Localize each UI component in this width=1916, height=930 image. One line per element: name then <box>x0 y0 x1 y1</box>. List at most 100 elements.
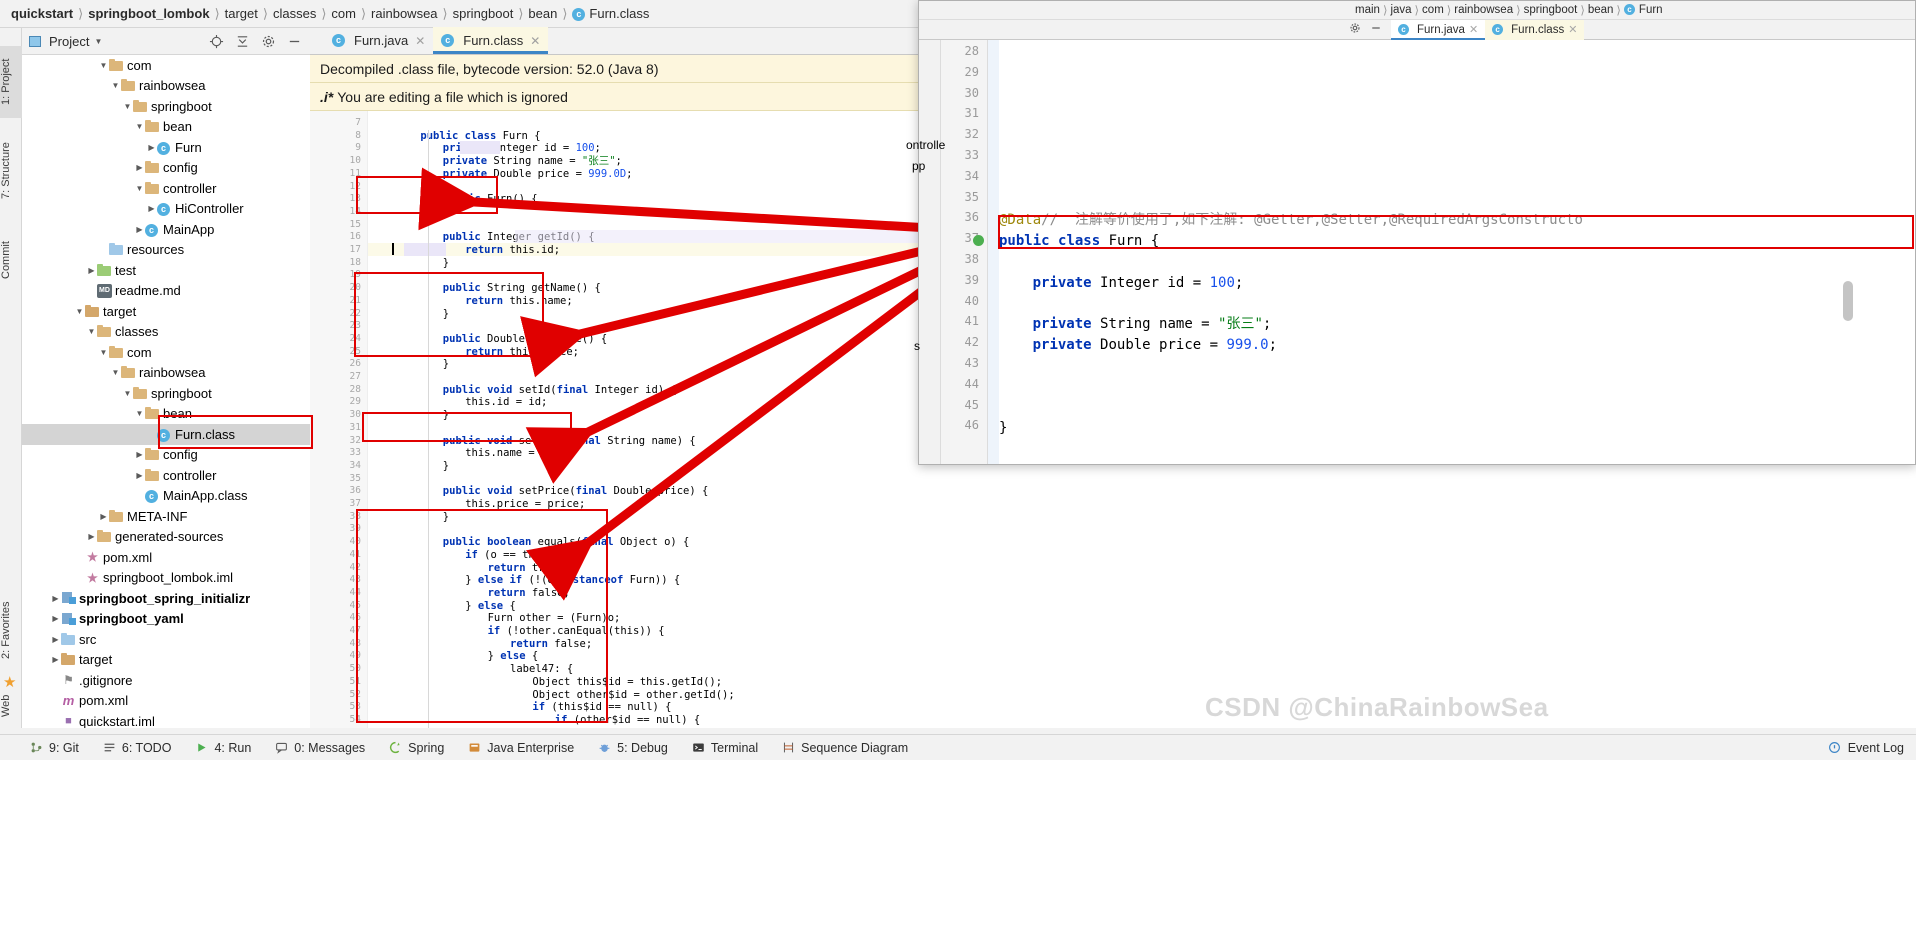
tree-item[interactable]: c MainApp.class <box>22 486 310 507</box>
tree-expander-icon[interactable]: ▼ <box>122 102 133 111</box>
close-icon[interactable]: ✕ <box>415 34 425 48</box>
tree-expander-icon[interactable]: ▼ <box>110 368 121 377</box>
tree-item[interactable]: ▼ com <box>22 342 310 363</box>
floating-editor-source-text[interactable]: @Data// 注解等价使用了,如下注解: @Getter,@Setter,@R… <box>999 40 1915 464</box>
tree-item[interactable]: ▼ target <box>22 301 310 322</box>
status-bar-item[interactable]: Spring <box>377 741 456 755</box>
tree-expander-icon[interactable]: ▼ <box>98 348 109 357</box>
tree-expander-icon[interactable]: ▼ <box>110 81 121 90</box>
chevron-down-icon[interactable]: ▼ <box>94 37 102 46</box>
tree-expander-icon[interactable]: ▶ <box>98 512 109 521</box>
status-bar-item[interactable]: Sequence Diagram <box>770 741 920 755</box>
tree-expander-icon[interactable]: ▶ <box>50 655 61 664</box>
tree-expander-icon[interactable]: ▶ <box>146 204 157 213</box>
tree-expander-icon[interactable]: ▶ <box>134 450 145 459</box>
hide-panel-icon[interactable] <box>287 34 302 49</box>
tree-expander-icon[interactable]: ▶ <box>86 266 97 275</box>
tree-item[interactable]: ▼ springboot <box>22 96 310 117</box>
breadcrumb-item[interactable]: bean <box>525 6 560 21</box>
project-tree[interactable]: ▼ com ▼ rainbowsea ▼ springboot ▼ bean ▶ c Furn ▶ co… <box>22 55 310 728</box>
breadcrumb-item[interactable]: com <box>328 6 359 21</box>
settings-gear-icon[interactable] <box>261 34 276 49</box>
status-bar[interactable]: 9: Git 6: TODO 4: Run 0: Messages Spring Java… <box>0 734 1916 760</box>
tree-item[interactable]: MD readme.md <box>22 281 310 302</box>
tree-item[interactable]: ▶ test <box>22 260 310 281</box>
tree-item[interactable]: ▼ rainbowsea <box>22 363 310 384</box>
tree-item[interactable]: ▶ target <box>22 650 310 671</box>
editor-tab[interactable]: c Furn.java ✕ <box>324 27 433 54</box>
tree-item[interactable]: ▶ springboot_spring_initializr <box>22 588 310 609</box>
breadcrumb-item[interactable]: bean <box>1588 4 1614 16</box>
favorites-star-icon[interactable]: ★ <box>3 673 16 691</box>
status-bar-item[interactable]: 6: TODO <box>91 741 184 755</box>
tree-item[interactable]: ▶ src <box>22 629 310 650</box>
tree-item[interactable]: ▼ bean <box>22 117 310 138</box>
tree-item[interactable]: ★ springboot_lombok.iml <box>22 568 310 589</box>
close-icon[interactable]: ✕ <box>1469 23 1478 36</box>
breadcrumb-item[interactable]: c Furn <box>1623 4 1663 16</box>
tree-expander-icon[interactable]: ▶ <box>134 471 145 480</box>
collapse-all-icon[interactable] <box>235 34 250 49</box>
tree-expander-icon[interactable]: ▶ <box>50 594 61 603</box>
tree-expander-icon[interactable]: ▼ <box>86 327 97 336</box>
breadcrumb-item[interactable]: com <box>1422 4 1444 16</box>
tree-expander-icon[interactable]: ▶ <box>50 614 61 623</box>
status-bar-item[interactable]: Terminal <box>680 741 770 755</box>
floating-editor-scrollbar[interactable] <box>1843 281 1853 321</box>
tree-expander-icon[interactable]: ▼ <box>134 184 145 193</box>
status-bar-right[interactable]: Event Log <box>1828 741 1916 755</box>
tree-item[interactable]: m pom.xml <box>22 691 310 712</box>
breadcrumb-item[interactable]: target <box>222 6 261 21</box>
tree-item[interactable]: ▶ config <box>22 445 310 466</box>
tree-item[interactable]: ▼ springboot <box>22 383 310 404</box>
breadcrumb-item[interactable]: quickstart <box>8 6 76 21</box>
tree-expander-icon[interactable]: ▶ <box>134 163 145 172</box>
tree-item[interactable]: ▶ c MainApp <box>22 219 310 240</box>
status-bar-item[interactable]: Java Enterprise <box>456 741 586 755</box>
editor-tab[interactable]: c Furn.java ✕ <box>1391 19 1486 40</box>
tree-item[interactable]: resources <box>22 240 310 261</box>
tree-item[interactable]: ▶ springboot_yaml <box>22 609 310 630</box>
breadcrumb-item[interactable]: main <box>1355 4 1380 16</box>
status-bar-item[interactable]: 0: Messages <box>263 741 377 755</box>
tree-expander-icon[interactable]: ▼ <box>74 307 85 316</box>
tree-item[interactable]: ▶ config <box>22 158 310 179</box>
close-icon[interactable]: ✕ <box>1568 23 1577 36</box>
sidebar-item-project[interactable]: 1: Project <box>0 46 22 118</box>
tree-item[interactable]: c Furn.class <box>22 424 310 445</box>
tree-item[interactable]: ▶ c Furn <box>22 137 310 158</box>
tree-expander-icon[interactable]: ▶ <box>134 225 145 234</box>
floating-breadcrumb[interactable]: main ⟩ java ⟩ com ⟩ rainbowsea ⟩ springboot ⟩ bean… <box>919 1 1915 20</box>
settings-gear-icon[interactable] <box>1349 22 1364 37</box>
floating-editor-window[interactable]: main ⟩ java ⟩ com ⟩ rainbowsea ⟩ springboot ⟩ bean… <box>918 0 1916 465</box>
tree-expander-icon[interactable]: ▼ <box>98 61 109 70</box>
status-bar-item[interactable]: 5: Debug <box>586 741 680 755</box>
lombok-gutter-icon[interactable] <box>973 235 984 247</box>
breadcrumb-item[interactable]: java <box>1390 4 1411 16</box>
sidebar-item-structure[interactable]: 7: Structure <box>0 128 22 214</box>
breadcrumb-item[interactable]: springboot <box>1524 4 1578 16</box>
sidebar-item-web[interactable]: Web <box>0 688 22 724</box>
editor-gutter[interactable]: 7 8 9 10 11 12 13 14 15 16 17 18 19 20 21 22 23 24 25 26 27 2… <box>310 111 381 728</box>
floating-editor-gutter[interactable]: 28 29 30 31 32 33 34 35 36 37 38 39 40 41 42 43 44 45 46 <box>941 40 988 464</box>
tree-expander-icon[interactable]: ▼ <box>134 409 145 418</box>
editor-tab[interactable]: c Furn.class ✕ <box>433 27 549 54</box>
tree-item[interactable]: ▼ bean <box>22 404 310 425</box>
tree-item[interactable]: ★ pom.xml <box>22 547 310 568</box>
breadcrumb-item[interactable]: c Furn.class <box>569 6 652 22</box>
tree-item[interactable]: ▶ META-INF <box>22 506 310 527</box>
breadcrumb-item[interactable]: rainbowsea <box>1454 4 1513 16</box>
breadcrumb-item[interactable]: springboot_lombok <box>85 6 212 21</box>
editor-tab[interactable]: c Furn.class ✕ <box>1485 19 1585 40</box>
editor-fold-gutter[interactable] <box>368 111 390 728</box>
tree-expander-icon[interactable]: ▶ <box>86 532 97 541</box>
tree-item[interactable]: ■ quickstart.iml <box>22 711 310 728</box>
close-icon[interactable]: ✕ <box>530 34 540 48</box>
tree-item[interactable]: ▼ com <box>22 55 310 76</box>
floating-editor-tab-bar[interactable]: c Furn.java ✕ c Furn.class ✕ <box>919 19 1915 40</box>
breadcrumb-item[interactable]: springboot <box>450 6 517 21</box>
tree-item[interactable]: ⚑ .gitignore <box>22 670 310 691</box>
status-bar-item[interactable]: 9: Git <box>18 741 91 755</box>
tree-expander-icon[interactable]: ▶ <box>50 635 61 644</box>
tree-item[interactable]: ▶ generated-sources <box>22 527 310 548</box>
